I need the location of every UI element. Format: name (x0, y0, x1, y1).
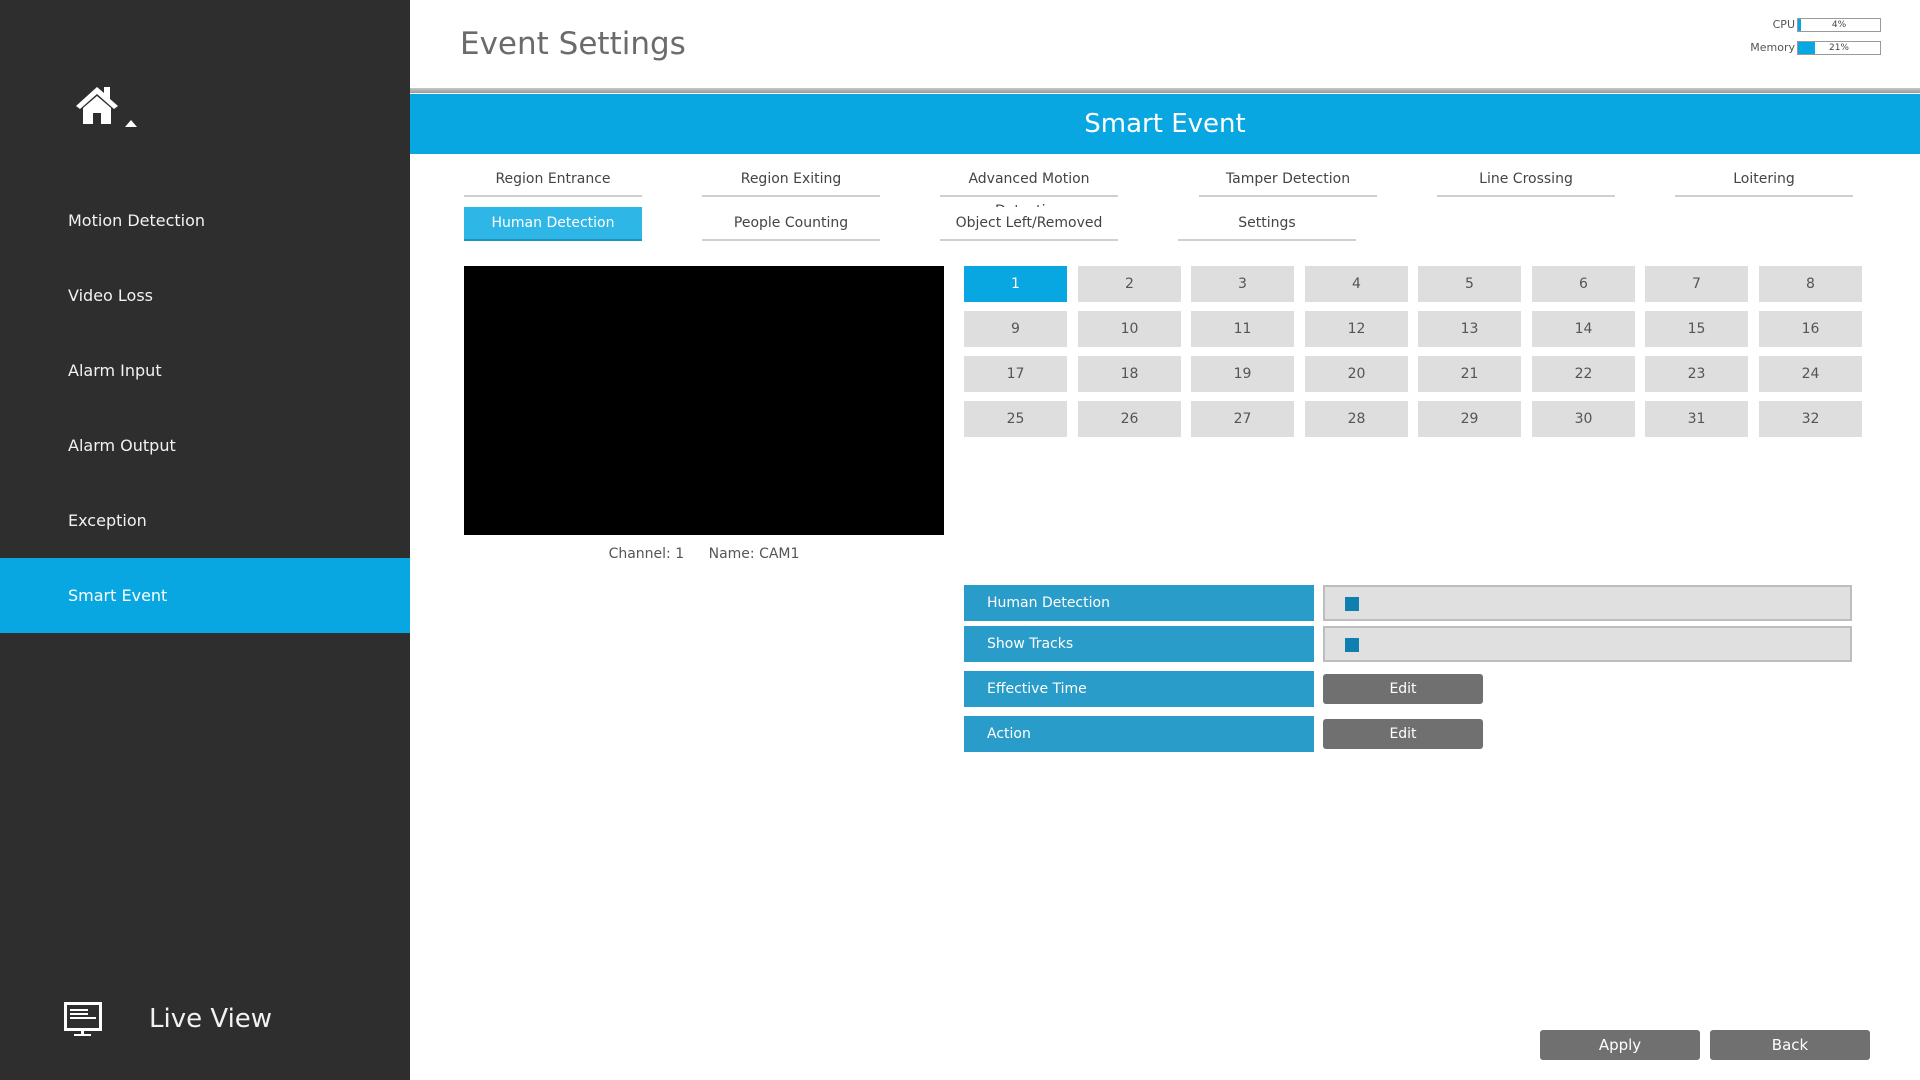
human-detection-label: Human Detection (964, 585, 1314, 621)
channel-button-1[interactable]: 1 (964, 266, 1067, 302)
channel-button-25[interactable]: 25 (964, 401, 1067, 437)
tab-region-exiting[interactable]: Region Exiting (702, 163, 880, 197)
tab-line-crossing[interactable]: Line Crossing (1437, 163, 1615, 197)
channel-button-32[interactable]: 32 (1759, 401, 1862, 437)
sidebar-item-alarm-output[interactable]: Alarm Output (0, 408, 410, 483)
show-tracks-label: Show Tracks (964, 626, 1314, 662)
video-preview[interactable] (464, 266, 944, 535)
channel-button-4[interactable]: 4 (1305, 266, 1408, 302)
human-detection-field (1323, 585, 1852, 621)
live-view-label: Live View (149, 1004, 273, 1034)
sidebar-item-smart-event[interactable]: Smart Event (0, 558, 410, 633)
channel-button-16[interactable]: 16 (1759, 311, 1862, 347)
home-button[interactable] (74, 84, 144, 134)
cpu-label: CPU (1772, 18, 1795, 31)
channel-button-22[interactable]: 22 (1532, 356, 1635, 392)
tab-settings[interactable]: Settings (1178, 207, 1356, 241)
live-view-button[interactable]: Live View (64, 1000, 364, 1042)
sidebar-menu: Motion Detection Video Loss Alarm Input … (0, 183, 410, 633)
memory-value: 21% (1828, 43, 1849, 53)
channel-button-31[interactable]: 31 (1645, 401, 1748, 437)
effective-time-edit-button[interactable]: Edit (1323, 674, 1483, 704)
human-detection-checkbox[interactable] (1345, 597, 1359, 611)
tab-tamper-detection[interactable]: Tamper Detection (1199, 163, 1377, 197)
page-title: Event Settings (460, 26, 686, 62)
sidebar-item-motion-detection[interactable]: Motion Detection (0, 183, 410, 258)
channel-button-9[interactable]: 9 (964, 311, 1067, 347)
channel-button-7[interactable]: 7 (1645, 266, 1748, 302)
channel-button-19[interactable]: 19 (1191, 356, 1294, 392)
action-label: Action (964, 716, 1314, 752)
tab-people-counting[interactable]: People Counting (702, 207, 880, 241)
channel-button-24[interactable]: 24 (1759, 356, 1862, 392)
memory-bar: 21% (1797, 41, 1881, 55)
home-icon (76, 87, 118, 124)
section-title: Smart Event (410, 94, 1920, 154)
channel-button-13[interactable]: 13 (1418, 311, 1521, 347)
back-button[interactable]: Back (1710, 1030, 1870, 1060)
channel-button-29[interactable]: 29 (1418, 401, 1521, 437)
channel-button-28[interactable]: 28 (1305, 401, 1408, 437)
channel-button-17[interactable]: 17 (964, 356, 1067, 392)
channel-button-21[interactable]: 21 (1418, 356, 1521, 392)
effective-time-label: Effective Time (964, 671, 1314, 707)
memory-meter: Memory 21% (1681, 40, 1881, 56)
tab-human-detection[interactable]: Human Detection (464, 207, 642, 241)
channel-button-30[interactable]: 30 (1532, 401, 1635, 437)
channel-button-10[interactable]: 10 (1078, 311, 1181, 347)
video-caption: Channel: 1 Name: CAM1 (464, 546, 944, 562)
tab-advanced-motion-detection[interactable]: Advanced Motion Detection (940, 163, 1118, 219)
action-edit-button[interactable]: Edit (1323, 719, 1483, 749)
channel-button-11[interactable]: 11 (1191, 311, 1294, 347)
channel-button-23[interactable]: 23 (1645, 356, 1748, 392)
channel-button-6[interactable]: 6 (1532, 266, 1635, 302)
cpu-meter: CPU 4% (1681, 17, 1881, 33)
memory-label: Memory (1750, 41, 1795, 54)
cpu-bar: 4% (1797, 18, 1881, 32)
channel-button-12[interactable]: 12 (1305, 311, 1408, 347)
caret-up-icon (125, 120, 137, 127)
monitor-icon (64, 1002, 102, 1036)
channel-button-26[interactable]: 26 (1078, 401, 1181, 437)
camera-name-text: Name: CAM1 (708, 546, 800, 562)
cpu-value: 4% (1831, 20, 1847, 30)
show-tracks-checkbox[interactable] (1345, 638, 1359, 652)
channel-button-20[interactable]: 20 (1305, 356, 1408, 392)
channel-button-8[interactable]: 8 (1759, 266, 1862, 302)
show-tracks-field (1323, 626, 1852, 662)
channel-button-15[interactable]: 15 (1645, 311, 1748, 347)
channel-button-27[interactable]: 27 (1191, 401, 1294, 437)
channel-button-2[interactable]: 2 (1078, 266, 1181, 302)
channel-button-3[interactable]: 3 (1191, 266, 1294, 302)
tab-loitering[interactable]: Loitering (1675, 163, 1853, 197)
sidebar: Motion Detection Video Loss Alarm Input … (0, 0, 410, 1080)
sidebar-item-exception[interactable]: Exception (0, 483, 410, 558)
tab-region-entrance[interactable]: Region Entrance (464, 163, 642, 197)
apply-button[interactable]: Apply (1540, 1030, 1700, 1060)
sidebar-item-video-loss[interactable]: Video Loss (0, 258, 410, 333)
tab-object-left-removed[interactable]: Object Left/Removed (940, 207, 1118, 241)
header-divider (410, 88, 1920, 93)
sidebar-item-alarm-input[interactable]: Alarm Input (0, 333, 410, 408)
channel-button-14[interactable]: 14 (1532, 311, 1635, 347)
channel-button-5[interactable]: 5 (1418, 266, 1521, 302)
channel-button-18[interactable]: 18 (1078, 356, 1181, 392)
channel-text: Channel: 1 (608, 546, 685, 562)
